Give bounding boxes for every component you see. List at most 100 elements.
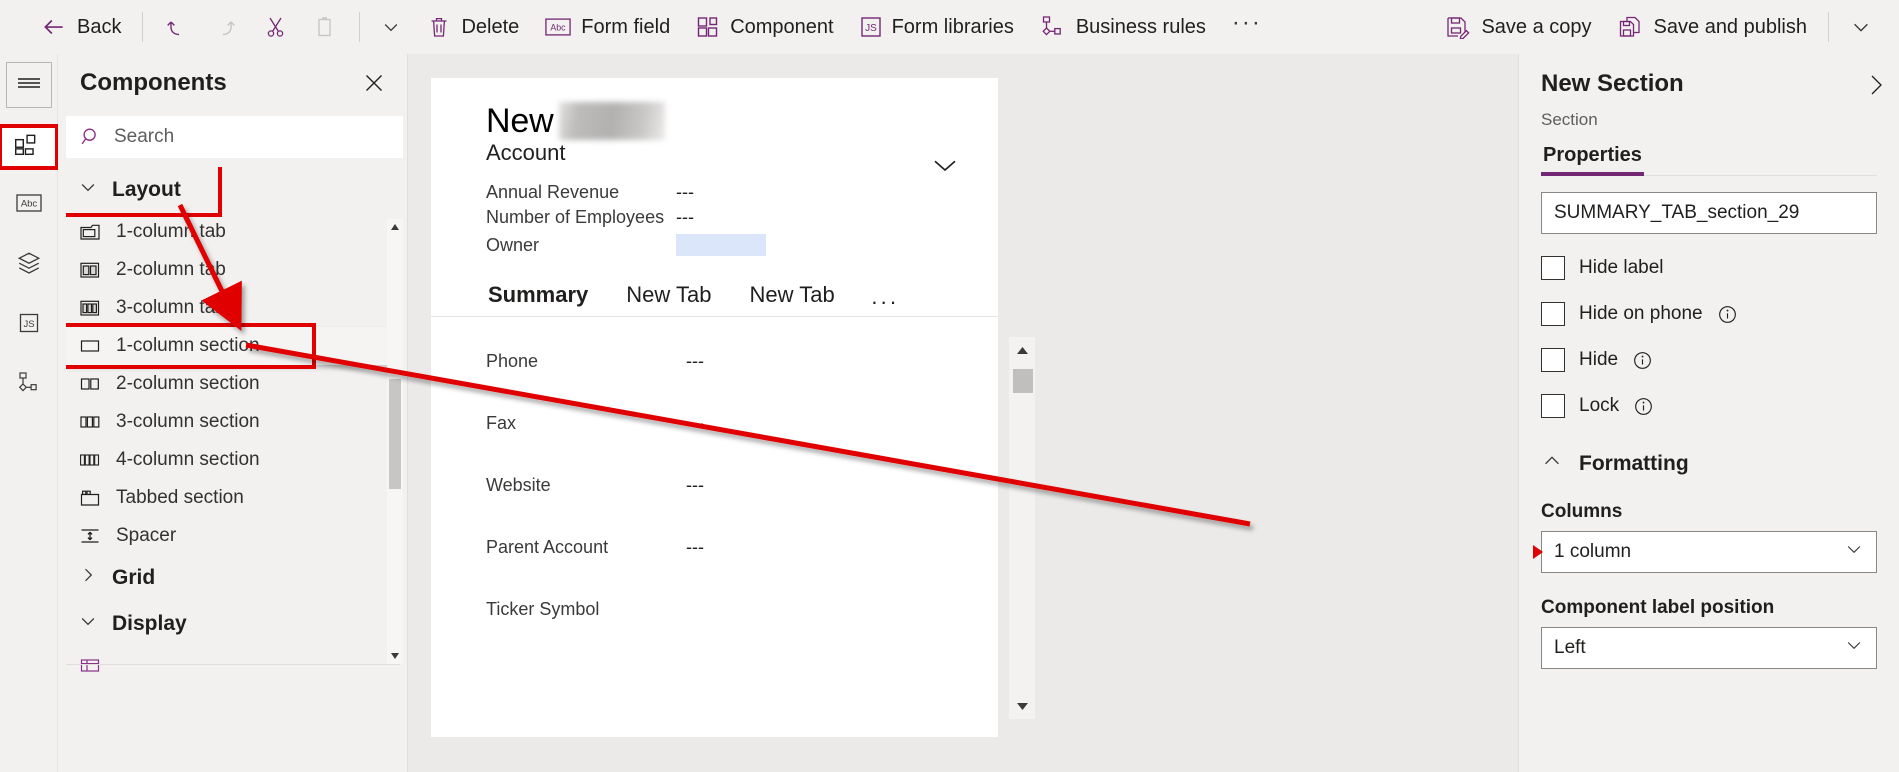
component-item-spacer[interactable]: Spacer — [66, 517, 400, 555]
columns-select[interactable]: 1 column — [1541, 531, 1877, 573]
header-field-row[interactable]: Annual Revenue --- — [486, 180, 998, 205]
header-field-value: --- — [676, 182, 694, 202]
delete-button[interactable]: Delete — [414, 6, 532, 48]
components-icon — [13, 131, 39, 163]
back-button[interactable]: Back — [28, 6, 134, 48]
form-field-row[interactable]: Website --- — [431, 473, 998, 498]
chevron-right-icon[interactable] — [1861, 70, 1891, 100]
form-libraries-button[interactable]: JS Form libraries — [847, 6, 1027, 48]
business-rules-button[interactable]: Business rules — [1027, 6, 1219, 48]
form-designer-app: Back Delete Abc Form field Component JS … — [0, 0, 1899, 772]
scroll-down-icon[interactable] — [1009, 693, 1035, 719]
cut-button[interactable] — [251, 6, 301, 48]
component-item-3-column-section[interactable]: 3-column section — [66, 403, 400, 441]
checkbox-hide-on-phone[interactable]: Hide on phone — [1541, 302, 1877, 326]
components-scrollbar[interactable] — [387, 219, 403, 664]
checkbox-box[interactable] — [1541, 348, 1565, 372]
component-item-1-column-section[interactable]: 1-column section — [66, 323, 400, 369]
two-column-tab-icon — [78, 260, 102, 280]
tab-label: Summary — [488, 282, 589, 307]
svg-text:JS: JS — [865, 23, 877, 34]
rail-item-components[interactable] — [0, 124, 59, 170]
save-and-publish-button[interactable]: Save and publish — [1605, 6, 1820, 48]
scrollbar-thumb[interactable] — [389, 379, 401, 489]
components-panel-title: Components — [80, 69, 227, 96]
component-button[interactable]: Component — [683, 6, 846, 48]
rail-item-form-fields[interactable]: Abc — [6, 182, 52, 228]
undo-button[interactable] — [151, 6, 201, 48]
component-item-tabbed-section[interactable]: Tabbed section — [66, 479, 400, 517]
canvas-scrollbar[interactable] — [1009, 337, 1035, 719]
component-item-display-first[interactable] — [66, 647, 400, 685]
properties-panel: New Section Section Properties Hide labe… — [1518, 54, 1899, 772]
info-icon[interactable] — [1717, 304, 1738, 325]
checkbox-hide-label[interactable]: Hide label — [1541, 256, 1877, 280]
checkbox-lock[interactable]: Lock — [1541, 394, 1877, 418]
components-list[interactable]: Layout 1-column tab 2-column tab 3-colum… — [66, 167, 400, 762]
component-group-layout[interactable]: Layout — [66, 167, 400, 217]
paste-icon — [314, 15, 338, 39]
tab-new-tab-1[interactable]: New Tab — [624, 282, 713, 320]
properties-tabstrip: Properties — [1541, 144, 1877, 176]
properties-header: New Section — [1541, 54, 1882, 100]
component-item-4-column-section[interactable]: 4-column section — [66, 441, 400, 479]
component-item-1-column-tab[interactable]: 1-column tab — [66, 213, 400, 251]
formatting-section-header[interactable]: Formatting — [1541, 450, 1877, 477]
rail-item-menu[interactable] — [5, 62, 52, 108]
component-item-3-column-tab[interactable]: 3-column tab — [66, 289, 400, 327]
form-field-row[interactable]: Parent Account --- — [431, 535, 998, 560]
rail-item-scripts[interactable]: JS — [6, 302, 52, 348]
search-box[interactable] — [66, 116, 403, 158]
checkbox-box[interactable] — [1541, 302, 1565, 326]
tab-properties[interactable]: Properties — [1541, 144, 1644, 176]
scroll-up-icon[interactable] — [1009, 337, 1035, 363]
component-item-2-column-tab[interactable]: 2-column tab — [66, 251, 400, 289]
component-group-grid[interactable]: Grid — [66, 555, 400, 601]
form-field-row[interactable]: Phone --- — [431, 349, 998, 374]
divider — [142, 12, 144, 42]
component-item-label: 1-column tab — [116, 221, 226, 242]
save-overflow-button[interactable] — [1837, 6, 1885, 48]
chevron-down-icon — [1844, 539, 1864, 565]
scroll-down-icon[interactable] — [387, 648, 403, 664]
header-field-value: --- — [676, 207, 694, 227]
component-label-position-select[interactable]: Left — [1541, 627, 1877, 669]
scroll-up-icon[interactable] — [387, 219, 403, 235]
checkbox-label: Hide on phone — [1579, 303, 1703, 324]
form-field-button[interactable]: Abc Form field — [532, 6, 683, 48]
save-a-copy-button[interactable]: Save a copy — [1432, 6, 1604, 48]
form-field-label: Form field — [581, 15, 671, 38]
close-icon[interactable] — [357, 66, 391, 100]
rail-item-business-rules[interactable] — [6, 362, 52, 408]
component-item-2-column-section[interactable]: 2-column section — [66, 365, 400, 403]
trash-icon — [427, 15, 451, 39]
search-input[interactable] — [112, 125, 386, 149]
header-expand-chevron-icon[interactable] — [928, 148, 962, 182]
form-field-row[interactable]: Fax --- — [431, 411, 998, 436]
checkbox-hide[interactable]: Hide — [1541, 348, 1877, 372]
checkbox-box[interactable] — [1541, 256, 1565, 280]
delete-label: Delete — [461, 15, 520, 38]
record-title-row: New — [486, 102, 998, 140]
clipboard-overflow-button[interactable] — [368, 6, 414, 48]
info-icon[interactable] — [1633, 396, 1654, 417]
checkbox-box[interactable] — [1541, 394, 1565, 418]
info-icon[interactable] — [1632, 350, 1653, 371]
tab-label: Properties — [1543, 144, 1642, 166]
rail-item-layers[interactable] — [6, 242, 52, 288]
tab-summary[interactable]: Summary — [486, 282, 591, 320]
component-group-display[interactable]: Display — [66, 601, 400, 647]
header-field-row[interactable]: Owner — [486, 230, 998, 260]
scrollbar-thumb[interactable] — [1013, 369, 1033, 393]
checkbox-label: Lock — [1579, 395, 1620, 416]
toolbar-overflow-button[interactable]: ··· — [1219, 6, 1275, 48]
form-field-row[interactable]: Ticker Symbol — [431, 597, 998, 622]
components-panel: Components Layout — [58, 54, 408, 772]
redo-button[interactable] — [201, 6, 251, 48]
header-field-row[interactable]: Number of Employees --- — [486, 205, 998, 230]
component-item-label: Tabbed section — [116, 487, 244, 508]
tab-new-tab-2[interactable]: New Tab — [747, 282, 836, 320]
section-name-input[interactable] — [1541, 192, 1877, 234]
paste-button[interactable] — [301, 6, 351, 48]
formatting-label: Formatting — [1579, 451, 1689, 475]
